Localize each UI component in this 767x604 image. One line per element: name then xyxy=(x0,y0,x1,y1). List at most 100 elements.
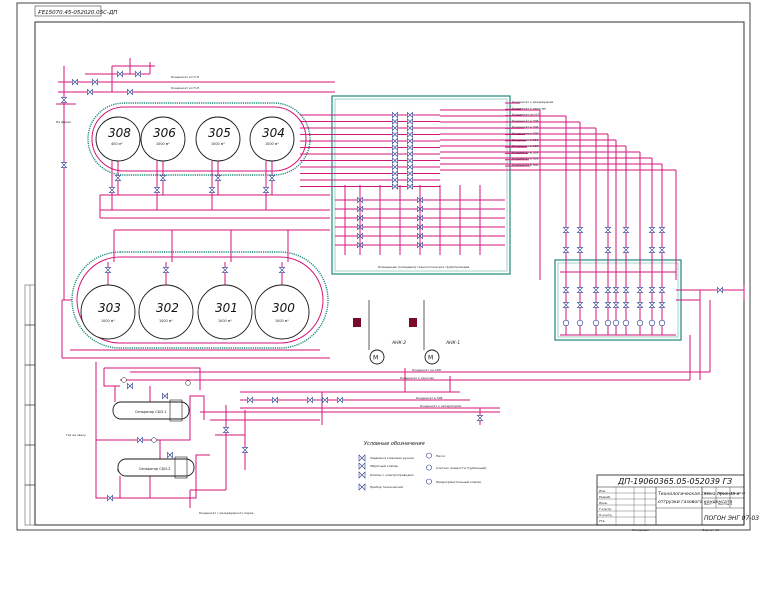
manifold-line-label: Конденсат в 305 xyxy=(512,132,539,136)
valve-icon xyxy=(592,302,600,308)
valve-icon xyxy=(392,118,398,125)
flow-meter-icon xyxy=(592,319,600,327)
valve-icon xyxy=(648,302,656,308)
valve-icon xyxy=(407,176,413,184)
tank-number: 304 xyxy=(262,126,285,140)
schematic-canvas: ҒЕ15070.45-052020.05С-ДП Помещение (площ… xyxy=(16,2,759,532)
legend-symbol-icon xyxy=(426,478,432,485)
legend-item-label: Прибор технический xyxy=(370,485,403,489)
separator-header xyxy=(104,367,201,390)
valve-icon xyxy=(407,170,413,177)
manifold-line-label: Конденсат в 306 xyxy=(512,125,539,129)
valve-icon xyxy=(392,157,398,164)
valve-icon xyxy=(392,183,398,190)
line-label: На факел xyxy=(56,120,71,124)
valve-icon xyxy=(407,137,413,145)
valve-icon xyxy=(648,287,656,293)
valve-icon xyxy=(72,78,78,86)
valve-icon xyxy=(322,396,328,404)
valve-icon xyxy=(612,287,620,293)
valve-icon xyxy=(392,176,398,184)
legend-item: Задвижка клиновая ручная xyxy=(358,454,414,462)
manifold-line-label: Конденсат в 301 xyxy=(512,157,539,161)
valve-icon xyxy=(604,302,612,308)
legend-item: Обратный клапан xyxy=(358,462,398,470)
mass-header: Масса xyxy=(718,491,728,495)
valve-icon xyxy=(604,227,612,233)
tank-304: 304 1000 м³ xyxy=(249,116,295,162)
legend-item: Насос xyxy=(426,452,446,459)
valve-icon xyxy=(392,170,398,177)
valve-icon xyxy=(137,436,143,444)
flow-meter-icon xyxy=(648,319,656,327)
tank-305: 305 1000 м³ xyxy=(195,116,241,162)
legend-item-label: Счетчик жидкости (турбинный) xyxy=(436,466,486,470)
valve-icon xyxy=(604,287,612,293)
valve-icon xyxy=(392,137,398,145)
tank-308: 308 400 м³ xyxy=(95,116,141,162)
flow-meter-icon xyxy=(622,319,630,327)
legend-symbol-icon xyxy=(358,454,366,462)
valve-icon xyxy=(648,227,656,233)
valve-icon xyxy=(648,247,656,253)
doc-code: ДП-19060365.05-052039 ГЗ xyxy=(617,477,732,486)
separator-label: Сепаратор С8/3-2 xyxy=(139,467,170,471)
gauge-icon xyxy=(121,377,127,383)
valve-icon xyxy=(407,157,413,164)
valve-icon xyxy=(407,144,413,151)
tank-volume: 1000 м³ xyxy=(218,319,232,323)
valve-icon xyxy=(135,70,141,78)
pump-label: АНК-1 xyxy=(445,340,460,346)
valve-icon xyxy=(108,187,116,193)
valve-icon xyxy=(612,302,620,308)
manifold-caption: Помещение (площадка) технологических тру… xyxy=(378,265,470,269)
tank-300: 300 1000 м³ xyxy=(254,284,310,340)
upper-tanks: 308 400 м³ 306 1000 м³ 305 1000 м³ 304 1… xyxy=(95,116,295,162)
manifold-line-label: Конденсат к резервуарам xyxy=(512,100,553,104)
valve-icon xyxy=(162,267,170,273)
manifold-line-label: Конденсат в 308 xyxy=(512,119,539,123)
separator-label: Сепаратор С8/3-1 xyxy=(135,410,166,414)
valve-icon xyxy=(636,287,644,293)
tank-number: 301 xyxy=(215,301,238,315)
legend-item-label: Обратный клапан xyxy=(370,464,398,468)
valve-icon xyxy=(407,183,413,190)
legend-items: Задвижка клиновая ручная Обратный клапан К… xyxy=(358,452,486,491)
line-label: Газ на свечу xyxy=(66,433,86,437)
valve-icon xyxy=(576,287,584,293)
valve-icon xyxy=(717,286,723,294)
line-label: Конденсат из Н-П xyxy=(171,86,199,90)
tank-number: 305 xyxy=(208,126,231,140)
separator-2: Сепаратор С8/3-2 xyxy=(117,456,195,479)
role-row-label: Т.контр. xyxy=(598,507,612,511)
pump-ank-2: M АНК-2 xyxy=(353,300,406,365)
tank-306: 306 1000 м³ xyxy=(140,116,186,162)
valve-icon xyxy=(114,175,122,181)
valve-icon xyxy=(476,415,484,421)
svg-text:M: M xyxy=(428,355,433,362)
valve-icon xyxy=(127,382,133,390)
tank-number: 300 xyxy=(272,301,295,315)
legend: Условные обозначения Задвижка клиновая р… xyxy=(358,441,486,491)
valve-icon xyxy=(107,494,113,502)
valve-icon xyxy=(576,302,584,308)
separator-branch xyxy=(103,368,120,387)
valve-icon xyxy=(262,187,270,193)
valve-icon xyxy=(407,111,413,119)
valve-icon xyxy=(214,175,222,181)
valve-icon xyxy=(658,302,666,308)
code-box-text: ҒЕ15070.45-052020.05С-ДП xyxy=(38,10,117,16)
copied-label: Копировал xyxy=(632,528,649,532)
valve-icon xyxy=(60,162,68,168)
format-label: Формат А1 xyxy=(702,528,719,532)
line-label: Конденсат с резервуарного парка xyxy=(199,511,254,515)
tank-number: 303 xyxy=(98,301,121,315)
line-label: Конденсат из Н-П xyxy=(171,75,199,79)
valve-icon xyxy=(392,144,398,151)
valve-icon xyxy=(407,118,413,125)
run-label: Конденсат к насосам xyxy=(400,376,434,380)
valve-icon xyxy=(392,111,398,119)
manifold-enclosure xyxy=(331,95,511,275)
svg-text:M: M xyxy=(373,355,378,362)
legend-title: Условные обозначения xyxy=(364,441,425,447)
